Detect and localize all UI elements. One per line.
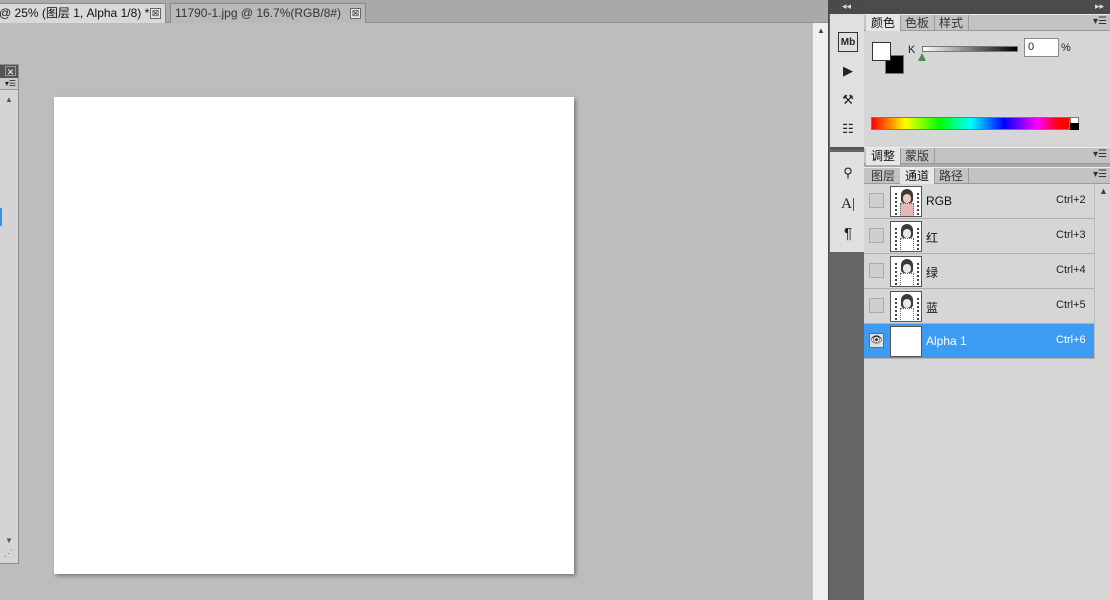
panel-menu-icon[interactable]: ▾☰ bbox=[1093, 16, 1107, 27]
channel-shortcut: Ctrl+3 bbox=[1056, 229, 1086, 241]
channel-name: 红 bbox=[926, 231, 939, 245]
eye-icon[interactable]: 👁 bbox=[869, 333, 884, 348]
black-white-swatch[interactable] bbox=[1070, 117, 1079, 130]
scroll-up-icon[interactable]: ▲ bbox=[817, 26, 825, 35]
tab-color[interactable]: 颜色 bbox=[866, 15, 902, 32]
k-slider-track[interactable] bbox=[922, 46, 1018, 52]
document-tab-bar: @ 25% (图层 1, Alpha 1/8) * ⊠ 11790-1.jpg … bbox=[0, 0, 828, 23]
collapse-panels-button[interactable]: ▸▸ bbox=[864, 0, 1110, 14]
channel-shortcut: Ctrl+5 bbox=[1056, 299, 1086, 311]
tab-styles[interactable]: 样式 bbox=[934, 15, 970, 32]
k-channel-label: K bbox=[908, 44, 916, 56]
floating-panel: ✕ ▾☰ ▲ ▼ ⋰ bbox=[0, 64, 19, 564]
channel-name: 蓝 bbox=[926, 301, 939, 315]
character-icon[interactable]: A| bbox=[838, 194, 858, 214]
channel-row-red[interactable]: 红 Ctrl+3 bbox=[864, 219, 1110, 254]
dock-group-1: Mb ▶ ⚒ ☷ bbox=[830, 14, 864, 149]
channel-name: RGB bbox=[926, 194, 953, 208]
panel-menu-icon[interactable]: ▾☰ bbox=[0, 78, 18, 90]
channel-row-green[interactable]: 绿 Ctrl+4 bbox=[864, 254, 1110, 289]
visibility-toggle[interactable] bbox=[869, 193, 884, 208]
visibility-toggle[interactable] bbox=[869, 228, 884, 243]
foreground-color-swatch[interactable] bbox=[872, 42, 891, 61]
channel-shortcut: Ctrl+2 bbox=[1056, 194, 1086, 206]
color-panel: K 0 % bbox=[864, 31, 1110, 147]
panel-menu-icon[interactable]: ▾☰ bbox=[1093, 169, 1107, 180]
channels-list: RGB Ctrl+2 红 Ctrl+3 绿 Ctrl+4 蓝 Ctrl+5 👁 … bbox=[864, 184, 1110, 359]
scroll-up-icon[interactable]: ▲ bbox=[1099, 186, 1108, 196]
document-tab-label: 11790-1.jpg @ 16.7%(RGB/8#) bbox=[175, 6, 342, 20]
channel-name: Alpha 1 bbox=[926, 334, 967, 348]
panel-menu-icon[interactable]: ▾☰ bbox=[1093, 149, 1107, 160]
tab-paths[interactable]: 路径 bbox=[934, 168, 970, 185]
document-tab-active[interactable]: @ 25% (图层 1, Alpha 1/8) * ⊠ bbox=[0, 3, 166, 23]
channel-shortcut: Ctrl+6 bbox=[1056, 334, 1086, 346]
document-tab-inactive[interactable]: 11790-1.jpg @ 16.7%(RGB/8#) ⊠ bbox=[170, 3, 366, 23]
channel-name: 绿 bbox=[926, 266, 939, 280]
document-tab-label: @ 25% (图层 1, Alpha 1/8) * bbox=[0, 6, 150, 20]
tab-masks[interactable]: 蒙版 bbox=[900, 148, 936, 165]
mini-bridge-icon[interactable]: Mb bbox=[838, 32, 858, 52]
clone-source-icon[interactable]: ☷ bbox=[838, 119, 858, 139]
channel-row-rgb[interactable]: RGB Ctrl+2 bbox=[864, 184, 1110, 219]
close-icon[interactable]: ✕ bbox=[5, 66, 16, 77]
k-slider-thumb[interactable] bbox=[918, 53, 926, 61]
channel-row-alpha-1[interactable]: 👁 Alpha 1 Ctrl+6 bbox=[864, 324, 1110, 359]
floating-panel-header[interactable]: ✕ bbox=[0, 65, 18, 78]
workspace-scrollbar[interactable]: ▲ bbox=[812, 23, 828, 600]
play-icon[interactable]: ▶ bbox=[838, 61, 858, 81]
brush-icon[interactable]: ⚲ bbox=[838, 163, 858, 183]
right-panel-column: ▸▸ 颜色 色板 样式 ▾☰ K 0 % 调整 蒙版 ▾☰ 图层 通道 路径 ▾… bbox=[864, 0, 1110, 600]
visibility-toggle[interactable] bbox=[869, 298, 884, 313]
channel-thumbnail bbox=[890, 291, 922, 322]
collapse-icons-button[interactable]: ◂◂ bbox=[829, 0, 864, 14]
tab-layers[interactable]: 图层 bbox=[866, 168, 902, 185]
selection-indicator bbox=[0, 208, 2, 226]
color-panel-tabs: 颜色 色板 样式 ▾☰ bbox=[864, 14, 1110, 32]
channel-thumbnail bbox=[890, 221, 922, 252]
channel-shortcut: Ctrl+4 bbox=[1056, 264, 1086, 276]
adjustments-panel-tabs: 调整 蒙版 ▾☰ bbox=[864, 147, 1110, 165]
paragraph-icon[interactable]: ¶ bbox=[838, 224, 858, 244]
color-spectrum-bar[interactable] bbox=[871, 117, 1070, 130]
percent-unit: % bbox=[1061, 42, 1071, 54]
channel-thumbnail bbox=[890, 256, 922, 287]
tab-swatches[interactable]: 色板 bbox=[900, 15, 936, 32]
channels-panel-tabs: 图层 通道 路径 ▾☰ bbox=[864, 167, 1110, 185]
close-tab-icon[interactable]: ⊠ bbox=[350, 8, 361, 19]
scroll-down-icon[interactable]: ▼ bbox=[5, 536, 13, 545]
floating-panel-scrollbar[interactable]: ▲ ▼ ⋰ bbox=[3, 93, 16, 559]
visibility-toggle[interactable] bbox=[869, 263, 884, 278]
tool-presets-icon[interactable]: ⚒ bbox=[838, 90, 858, 110]
channel-row-blue[interactable]: 蓝 Ctrl+5 bbox=[864, 289, 1110, 324]
channel-thumbnail bbox=[890, 326, 922, 357]
document-canvas[interactable] bbox=[54, 97, 574, 574]
channel-thumbnail bbox=[890, 186, 922, 217]
close-tab-icon[interactable]: ⊠ bbox=[150, 8, 161, 19]
panel-icon-dock: ◂◂ Mb ▶ ⚒ ☷ ⚲ A| ¶ bbox=[828, 0, 864, 600]
dock-group-2: ⚲ A| ¶ bbox=[830, 152, 864, 252]
tab-channels[interactable]: 通道 bbox=[900, 168, 936, 185]
scroll-up-icon[interactable]: ▲ bbox=[5, 95, 13, 104]
resize-grip-icon[interactable]: ⋰ bbox=[4, 548, 13, 559]
tab-adjustments[interactable]: 调整 bbox=[866, 148, 902, 165]
channels-scrollbar[interactable]: ▲ bbox=[1094, 184, 1110, 359]
k-value-input[interactable]: 0 bbox=[1024, 38, 1059, 57]
